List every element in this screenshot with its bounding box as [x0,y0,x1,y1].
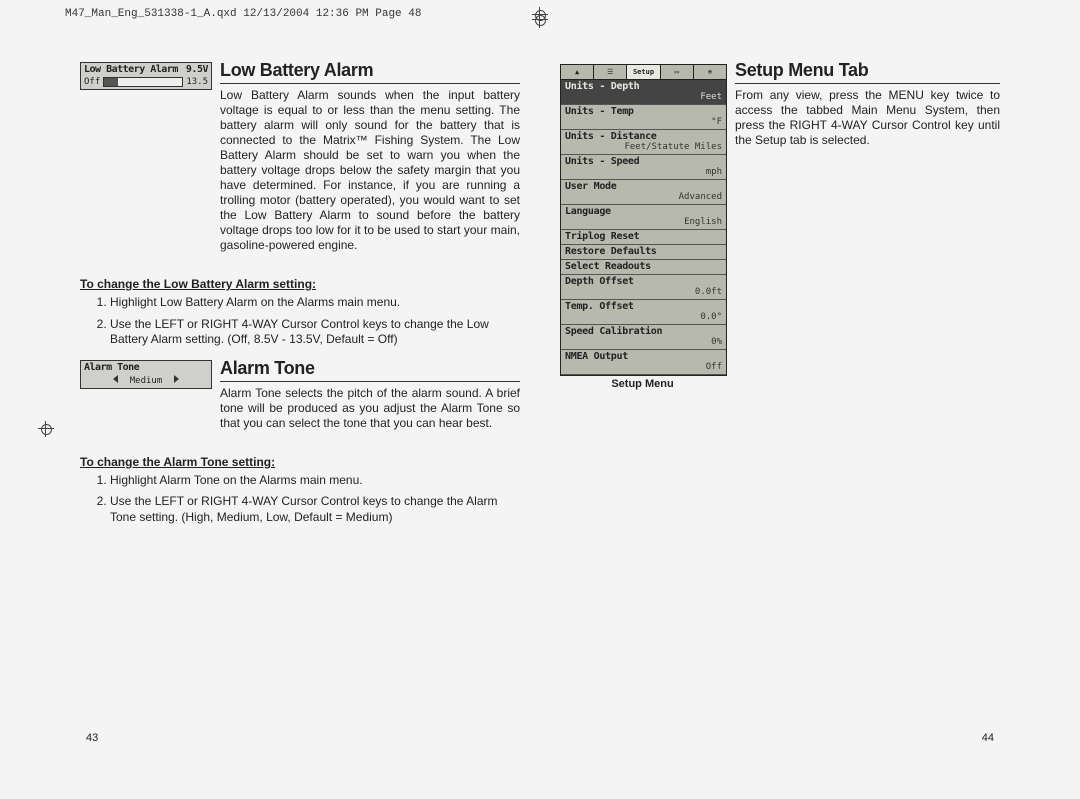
tab-setup: Setup [627,65,660,79]
page-number-right: 44 [982,732,994,744]
right-column: ▲ ☰ Setup ▭ ⊕ Units - DepthFeetUnits - T… [560,60,1000,536]
chevron-left-icon [113,375,118,383]
list-item: Highlight Low Battery Alarm on the Alarm… [110,295,520,311]
list-item: Use the LEFT or RIGHT 4-WAY Cursor Contr… [110,494,520,525]
chevron-right-icon [174,375,179,383]
setup-item-label: Speed Calibration [565,327,722,337]
crop-mark-bottom [532,12,548,28]
setup-menu-item: Triplog Reset [561,230,726,245]
thumb-title: Alarm Tone [81,361,211,374]
setup-item-label: NMEA Output [565,352,722,362]
setup-item-label: Language [565,207,722,217]
setup-menu-item: Restore Defaults [561,245,726,260]
setup-tab-strip: ▲ ☰ Setup ▭ ⊕ [561,65,726,80]
setup-item-label: Temp. Offset [565,302,722,312]
setup-item-label: Depth Offset [565,277,722,287]
setup-item-value: °F [565,118,722,127]
setup-item-label: Restore Defaults [565,247,722,257]
setup-item-value: 0.0° [565,313,722,322]
setup-menu-item: Select Readouts [561,260,726,275]
page-number-left: 43 [86,732,98,744]
thumb-max: 13.5 [186,77,208,87]
setup-item-label: Triplog Reset [565,232,722,242]
alarm-tone-heading: Alarm Tone [220,358,520,382]
setup-menu-item: Depth Offset0.0ft [561,275,726,300]
thumb-value: Medium [130,376,163,386]
setup-menu-item: Speed Calibration0% [561,325,726,350]
setup-item-label: Units - Temp [565,107,722,117]
low-battery-heading: Low Battery Alarm [220,60,520,84]
setup-menu-item: Units - Speedmph [561,155,726,180]
low-battery-subheading: To change the Low Battery Alarm setting: [80,277,520,291]
setup-menu-item: Units - DistanceFeet/Statute Miles [561,130,726,155]
setup-item-label: Units - Depth [565,82,722,92]
low-battery-steps: Highlight Low Battery Alarm on the Alarm… [80,295,520,348]
list-item: Use the LEFT or RIGHT 4-WAY Cursor Contr… [110,317,520,348]
setup-item-value: 0.0ft [565,288,722,297]
setup-item-label: Units - Distance [565,132,722,142]
setup-item-value: Feet/Statute Miles [565,143,722,152]
tab-icon: ☰ [594,65,627,79]
setup-item-value: Advanced [565,193,722,202]
tab-icon: ▭ [661,65,694,79]
setup-item-value: Feet [565,93,722,102]
setup-menu-caption: Setup Menu [560,378,725,390]
setup-menu-screenshot: ▲ ☰ Setup ▭ ⊕ Units - DepthFeetUnits - T… [560,64,727,376]
alarm-tone-thumbnail: Alarm Tone Medium [80,360,212,389]
setup-menu-item: User ModeAdvanced [561,180,726,205]
setup-item-label: User Mode [565,182,722,192]
thumb-title: Low Battery Alarm [84,64,178,75]
thumb-min: Off [84,77,100,87]
alarm-tone-body: Alarm Tone selects the pitch of the alar… [220,386,520,431]
setup-item-label: Units - Speed [565,157,722,167]
setup-item-value: Off [565,363,722,372]
alarm-tone-subheading: To change the Alarm Tone setting: [80,455,520,469]
setup-item-value: 0% [565,338,722,347]
tab-icon: ⊕ [694,65,726,79]
setup-item-label: Select Readouts [565,262,722,272]
list-item: Highlight Alarm Tone on the Alarms main … [110,473,520,489]
setup-menu-heading: Setup Menu Tab [735,60,1000,84]
alarm-tone-steps: Highlight Alarm Tone on the Alarms main … [80,473,520,526]
setup-item-value: English [565,218,722,227]
tab-icon: ▲ [561,65,594,79]
setup-menu-item: NMEA OutputOff [561,350,726,375]
setup-item-value: mph [565,168,722,177]
crop-mark-left [38,421,54,437]
left-column: Low Battery Alarm 9.5V Off 13.5 Low Batt… [80,60,520,536]
setup-menu-item: Units - Temp°F [561,105,726,130]
low-battery-body: Low Battery Alarm sounds when the input … [220,88,520,253]
low-battery-alarm-thumbnail: Low Battery Alarm 9.5V Off 13.5 [80,62,212,90]
thumb-value: 9.5V [186,64,208,75]
setup-menu-body: From any view, press the MENU key twice … [735,88,1000,148]
setup-menu-item: Temp. Offset0.0° [561,300,726,325]
document-slugline: M47_Man_Eng_531338-1_A.qxd 12/13/2004 12… [65,8,421,20]
setup-menu-item: Units - DepthFeet [561,80,726,105]
setup-menu-item: LanguageEnglish [561,205,726,230]
slider-icon [103,77,183,87]
